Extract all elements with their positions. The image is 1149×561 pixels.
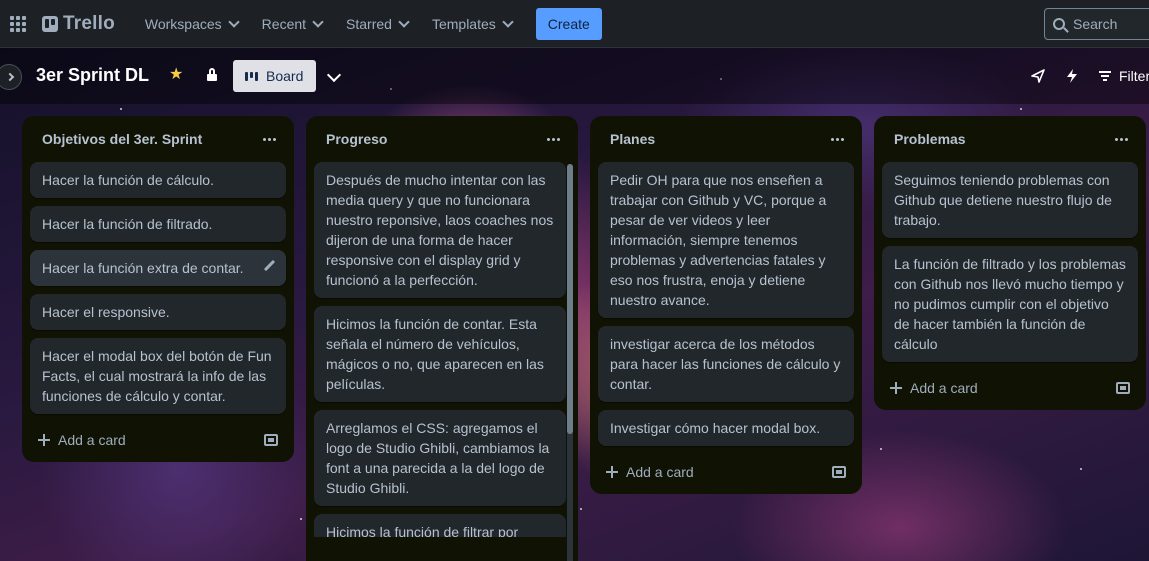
list-header: Planes — [598, 116, 854, 162]
trello-logo-text: Trello — [63, 12, 115, 34]
list-menu-icon[interactable] — [831, 137, 844, 141]
list-header: Objetivos del 3er. Sprint — [30, 116, 286, 162]
list-progreso: Progreso Después de mucho intentar con l… — [306, 116, 578, 561]
lightning-icon[interactable] — [1055, 60, 1089, 92]
list-objetivos: Objetivos del 3er. Sprint Hacer la funci… — [22, 116, 294, 462]
board-actions: Filter — [1021, 48, 1149, 104]
card[interactable]: Investigar cómo hacer modal box. — [598, 410, 854, 446]
list-title[interactable]: Planes — [610, 131, 655, 147]
card[interactable]: Hacer la función extra de contar. — [30, 250, 286, 286]
list-title[interactable]: Progreso — [326, 131, 387, 147]
plus-icon — [890, 382, 902, 394]
list-planes: Planes Pedir OH para que nos enseñen a t… — [590, 116, 862, 494]
chevron-down-icon — [228, 15, 240, 28]
card[interactable]: Hicimos la función de contar. Esta señal… — [314, 306, 566, 402]
nav-templates-menu[interactable]: Templates — [420, 8, 524, 40]
filter-button[interactable]: Filter — [1089, 68, 1149, 84]
filter-icon — [1099, 71, 1111, 81]
card[interactable]: Hacer el modal box del botón de Fun Fact… — [30, 338, 286, 414]
card[interactable]: La función de filtrado y los problemas c… — [882, 246, 1138, 362]
card[interactable]: Arreglamos el CSS: agregamos el logo de … — [314, 410, 566, 506]
board-header: 3er Sprint DL ★ Board Filter — [0, 48, 1149, 104]
add-card-button[interactable]: Add a card — [38, 432, 126, 448]
add-card-label: Add a card — [626, 464, 694, 480]
card-template-icon[interactable] — [264, 434, 278, 446]
nav-templates-label: Templates — [431, 15, 496, 32]
chevron-down-icon[interactable] — [326, 67, 342, 83]
pencil-icon[interactable] — [264, 260, 276, 272]
search-placeholder: Search — [1073, 16, 1118, 32]
add-card-button[interactable]: Add a card — [606, 464, 694, 480]
nav-workspaces-menu[interactable]: Workspaces — [133, 8, 250, 40]
card[interactable]: Después de mucho intentar con las media … — [314, 162, 566, 298]
board-icon — [245, 71, 258, 81]
scrollbar-thumb[interactable] — [567, 164, 573, 434]
trello-logo-icon — [42, 15, 58, 32]
card-template-icon[interactable] — [832, 466, 846, 478]
add-card-row: Add a card — [30, 420, 286, 460]
trello-logo[interactable]: Trello — [42, 13, 115, 35]
list-scrollbar[interactable] — [567, 164, 573, 561]
chevron-right-icon — [5, 72, 15, 82]
search-input[interactable]: Search — [1044, 8, 1149, 40]
app-switcher-icon[interactable] — [0, 0, 36, 48]
plus-icon — [38, 434, 50, 446]
list-header: Progreso — [314, 116, 570, 162]
list-title[interactable]: Objetivos del 3er. Sprint — [42, 131, 202, 147]
nav-workspaces-label: Workspaces — [144, 15, 222, 32]
card-list: Pedir OH para que nos enseñen a trabajar… — [598, 162, 854, 446]
chevron-down-icon — [398, 15, 410, 28]
list-title[interactable]: Problemas — [894, 131, 966, 147]
nav-recent-menu[interactable]: Recent — [250, 8, 334, 40]
add-card-label: Add a card — [58, 432, 126, 448]
add-card-row: Add a card — [882, 368, 1138, 408]
add-card-button[interactable]: Add a card — [890, 380, 978, 396]
star-icon[interactable]: ★ — [169, 64, 183, 84]
list-menu-icon[interactable] — [263, 137, 276, 141]
nav-recent-label: Recent — [261, 15, 307, 32]
nav-starred-menu[interactable]: Starred — [334, 8, 420, 40]
rocket-icon[interactable] — [1021, 60, 1055, 92]
chevron-down-icon — [312, 15, 324, 28]
add-card-row: Add a card — [598, 452, 854, 492]
search-icon — [1053, 18, 1065, 30]
list-problemas: Problemas Seguimos teniendo problemas co… — [874, 116, 1146, 410]
plus-icon — [606, 466, 618, 478]
board-view-button[interactable]: Board — [233, 60, 316, 92]
board-title[interactable]: 3er Sprint DL — [36, 65, 149, 86]
card-list: Seguimos teniendo problemas con Github q… — [882, 162, 1138, 362]
list-menu-icon[interactable] — [1115, 137, 1128, 141]
sidebar-expand-button[interactable] — [0, 64, 22, 90]
create-button[interactable]: Create — [535, 7, 602, 40]
card[interactable]: Pedir OH para que nos enseñen a trabajar… — [598, 162, 854, 318]
card[interactable]: Seguimos teniendo problemas con Github q… — [882, 162, 1138, 238]
card[interactable]: Hacer el responsive. — [30, 294, 286, 330]
chevron-down-icon — [502, 15, 514, 28]
card-text: Hacer la función extra de contar. — [42, 260, 244, 276]
list-menu-icon[interactable] — [547, 137, 560, 141]
card-template-icon[interactable] — [1116, 382, 1130, 394]
card-list: Después de mucho intentar con las media … — [314, 162, 570, 537]
filter-label: Filter — [1119, 68, 1149, 84]
list-header: Problemas — [882, 116, 1138, 162]
card-list: Hacer la función de cálculo. Hacer la fu… — [30, 162, 286, 414]
add-card-label: Add a card — [910, 380, 978, 396]
nav-starred-label: Starred — [346, 15, 392, 32]
card[interactable]: Hacer la función de filtrado. — [30, 206, 286, 242]
card[interactable]: Hacer la función de cálculo. — [30, 162, 286, 198]
top-navigation: Trello Workspaces Recent Starred Templat… — [0, 0, 1149, 48]
nav-menu: Workspaces Recent Starred Templates Crea… — [133, 0, 602, 48]
lock-icon[interactable] — [207, 68, 217, 81]
card[interactable]: Hicimos la función de filtrar por — [314, 514, 566, 537]
board-view-label: Board — [266, 68, 304, 84]
card[interactable]: investigar acerca de los métodos para ha… — [598, 326, 854, 402]
